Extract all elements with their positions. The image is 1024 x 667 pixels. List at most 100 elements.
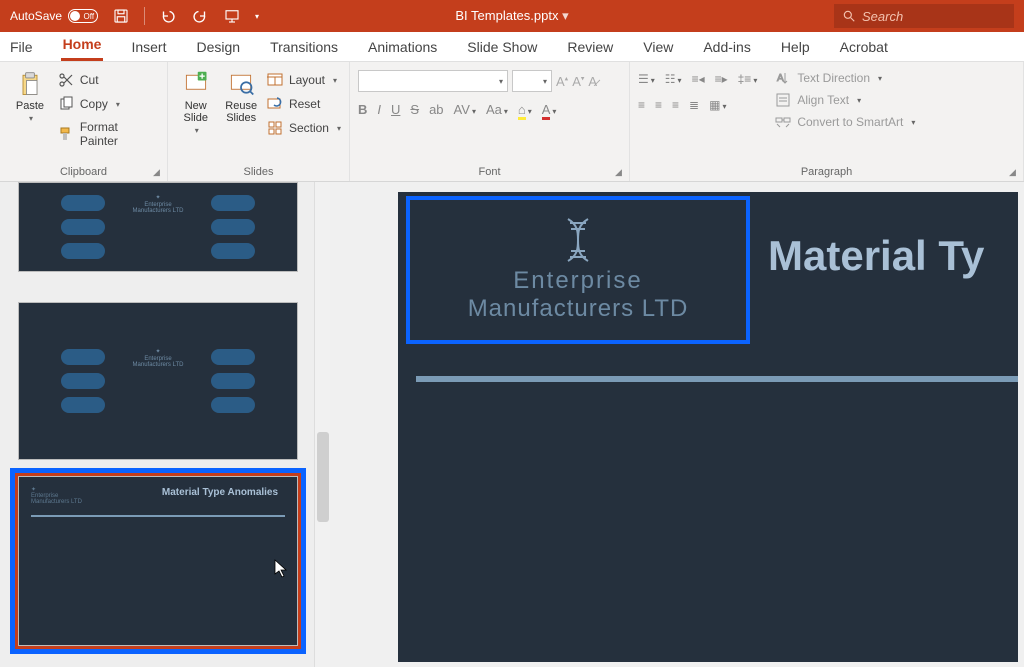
group-font: ▾ ▾ A▴ A▾ A̷ B I U S ab AV▾ Aa▾ ⌂▾ A▾ Fo… <box>350 62 630 181</box>
toggle-switch-icon[interactable]: Off <box>68 9 98 23</box>
group-label: Clipboard <box>8 164 159 181</box>
convert-smartart-button[interactable]: Convert to SmartArt▾ <box>775 114 915 130</box>
dialog-launcher-icon[interactable]: ◢ <box>153 167 165 179</box>
slide-thumbnail[interactable]: ✦EnterpriseManufacturers LTD <box>18 302 298 460</box>
copy-button[interactable]: Copy▾ <box>58 94 159 114</box>
decrease-indent-icon[interactable]: ≡◂ <box>692 72 705 86</box>
new-slide-button[interactable]: New Slide▾ <box>176 66 215 135</box>
font-size-combo[interactable]: ▾ <box>512 70 552 92</box>
text-direction-icon: A <box>775 70 791 86</box>
dna-icon <box>558 217 598 263</box>
shadow-button[interactable]: ab <box>429 102 443 117</box>
new-slide-icon <box>182 70 210 98</box>
cursor-icon <box>274 559 288 579</box>
clear-formatting-icon[interactable]: A̷ <box>588 74 597 89</box>
reset-button[interactable]: Reset <box>267 94 341 114</box>
redo-icon[interactable] <box>191 7 209 25</box>
strikethrough-button[interactable]: S <box>410 102 419 117</box>
align-right-icon[interactable]: ≡ <box>672 98 679 112</box>
tab-review[interactable]: Review <box>565 34 615 61</box>
align-text-button[interactable]: Align Text▾ <box>775 92 915 108</box>
font-color-button[interactable]: A▾ <box>542 102 557 117</box>
tab-addins[interactable]: Add-ins <box>701 34 752 61</box>
autosave-label: AutoSave <box>10 9 62 23</box>
search-icon <box>842 9 856 23</box>
dialog-launcher-icon[interactable]: ◢ <box>1009 167 1021 179</box>
undo-icon[interactable] <box>159 7 177 25</box>
layout-button[interactable]: Layout▾ <box>267 70 341 90</box>
group-clipboard: Paste▾ Cut Copy▾ Format Painter Clipboar… <box>0 62 168 181</box>
section-button[interactable]: Section▾ <box>267 118 341 138</box>
slide-thumbnails-panel: ✦EnterpriseManufacturers LTD ✦Enterprise… <box>0 182 330 667</box>
thumb-slide-title: Material Type Anomalies <box>162 487 278 498</box>
decrease-font-icon[interactable]: A▾ <box>572 74 584 89</box>
reuse-slides-button[interactable]: Reuse Slides <box>221 66 260 124</box>
ribbon: Paste▾ Cut Copy▾ Format Painter Clipboar… <box>0 62 1024 182</box>
search-box[interactable] <box>834 4 1014 28</box>
text-direction-button[interactable]: A Text Direction▾ <box>775 70 915 86</box>
slide-editor[interactable]: Enterprise Manufacturers LTD Material Ty <box>330 182 1024 667</box>
quick-access-toolbar: AutoSave Off ▾ <box>10 7 259 25</box>
tab-slideshow[interactable]: Slide Show <box>465 34 539 61</box>
ribbon-tabs: File Home Insert Design Transitions Anim… <box>0 32 1024 62</box>
align-left-icon[interactable]: ≡ <box>638 98 645 112</box>
justify-icon[interactable]: ≣ <box>689 98 699 112</box>
increase-indent-icon[interactable]: ≡▸ <box>715 72 728 86</box>
save-icon[interactable] <box>112 7 130 25</box>
clipboard-icon <box>16 70 44 98</box>
bullets-icon[interactable]: ☰▾ <box>638 72 655 86</box>
layout-icon <box>267 72 283 88</box>
char-spacing-button[interactable]: AV▾ <box>454 102 476 117</box>
section-icon <box>267 120 283 136</box>
tab-acrobat[interactable]: Acrobat <box>838 34 890 61</box>
cut-button[interactable]: Cut <box>58 70 159 90</box>
highlight-button[interactable]: ⌂▾ <box>518 102 532 117</box>
slide-title[interactable]: Material Ty <box>768 232 1018 280</box>
format-painter-button[interactable]: Format Painter <box>58 118 159 150</box>
company-name-line2: Manufacturers LTD <box>468 295 689 323</box>
line-spacing-icon[interactable]: ‡≡▾ <box>738 72 758 86</box>
tab-help[interactable]: Help <box>779 34 812 61</box>
svg-text:A: A <box>777 73 784 84</box>
company-name-line1: Enterprise <box>513 267 642 295</box>
reset-icon <box>267 96 283 112</box>
slide-thumbnail-selected[interactable]: ✦EnterpriseManufacturers LTD Material Ty… <box>18 476 298 646</box>
paste-button[interactable]: Paste▾ <box>8 66 52 124</box>
workspace: ✦EnterpriseManufacturers LTD ✦Enterprise… <box>0 182 1024 667</box>
increase-font-icon[interactable]: A▴ <box>556 74 568 89</box>
change-case-button[interactable]: Aa▾ <box>486 102 508 117</box>
slide-thumbnail[interactable]: ✦EnterpriseManufacturers LTD <box>18 182 298 272</box>
slide-divider <box>416 376 1018 382</box>
tab-home[interactable]: Home <box>61 31 104 61</box>
dialog-launcher-icon[interactable]: ◢ <box>615 167 627 179</box>
qat-customize-icon[interactable]: ▾ <box>255 12 259 21</box>
tab-transitions[interactable]: Transitions <box>268 34 340 61</box>
columns-icon[interactable]: ▦▾ <box>709 98 726 112</box>
reuse-slides-icon <box>227 70 255 98</box>
present-icon[interactable] <box>223 7 241 25</box>
company-logo-placeholder[interactable]: Enterprise Manufacturers LTD <box>406 196 750 344</box>
slide-canvas[interactable]: Enterprise Manufacturers LTD Material Ty <box>398 192 1018 662</box>
document-title: BI Templates.pptx ▾ <box>455 8 568 24</box>
title-bar: AutoSave Off ▾ BI Templates.pptx ▾ <box>0 0 1024 32</box>
tab-design[interactable]: Design <box>194 34 242 61</box>
italic-button[interactable]: I <box>377 102 381 117</box>
autosave-toggle[interactable]: AutoSave Off <box>10 9 98 23</box>
font-family-combo[interactable]: ▾ <box>358 70 508 92</box>
tab-insert[interactable]: Insert <box>129 34 168 61</box>
tab-animations[interactable]: Animations <box>366 34 439 61</box>
group-label: Paragraph <box>638 164 1015 181</box>
numbering-icon[interactable]: ☷▾ <box>665 72 682 86</box>
group-slides: New Slide▾ Reuse Slides Layout▾ Reset <box>168 62 350 181</box>
align-center-icon[interactable]: ≡ <box>655 98 662 112</box>
tab-view[interactable]: View <box>641 34 675 61</box>
scrollbar-thumb[interactable] <box>317 432 329 522</box>
bold-button[interactable]: B <box>358 102 367 117</box>
tab-file[interactable]: File <box>8 34 35 61</box>
align-text-icon <box>775 92 791 108</box>
group-label: Font <box>358 164 621 181</box>
thumbnails-scrollbar[interactable] <box>314 182 330 667</box>
group-paragraph: ☰▾ ☷▾ ≡◂ ≡▸ ‡≡▾ ≡ ≡ ≡ ≣ ▦▾ A Text Direct <box>630 62 1024 181</box>
search-input[interactable] <box>862 9 1024 24</box>
underline-button[interactable]: U <box>391 102 400 117</box>
